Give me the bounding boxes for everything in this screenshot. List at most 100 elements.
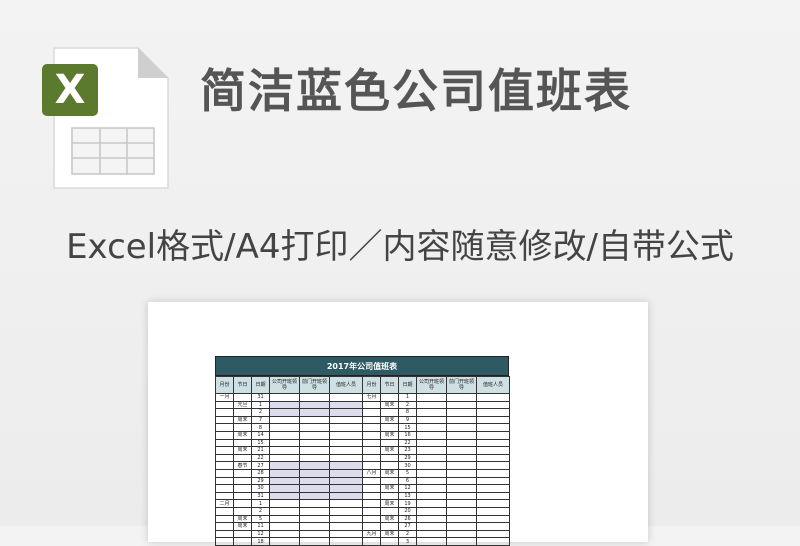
duty-cell[interactable]	[476, 522, 510, 531]
duty-cell[interactable]	[446, 499, 477, 508]
duty-cell[interactable]	[269, 430, 300, 440]
duty-cell[interactable]	[416, 468, 447, 478]
duty-cell[interactable]	[416, 537, 447, 546]
duty-cell[interactable]	[299, 446, 330, 455]
duty-cell[interactable]	[329, 499, 363, 508]
duty-cell[interactable]	[476, 438, 510, 448]
duty-cell[interactable]	[329, 430, 363, 440]
duty-cell[interactable]	[269, 408, 300, 417]
duty-cell[interactable]	[269, 415, 300, 425]
duty-cell[interactable]	[329, 514, 363, 524]
duty-cell[interactable]	[476, 468, 510, 478]
duty-cell[interactable]	[446, 522, 477, 531]
duty-cell[interactable]	[476, 506, 510, 516]
duty-cell[interactable]	[416, 514, 447, 524]
duty-cell[interactable]	[269, 537, 300, 546]
duty-cell[interactable]	[269, 461, 300, 470]
duty-cell[interactable]	[416, 415, 447, 425]
duty-cell[interactable]	[299, 438, 330, 448]
duty-cell[interactable]	[269, 446, 300, 455]
duty-cell[interactable]	[446, 491, 477, 501]
duty-cell[interactable]	[269, 499, 300, 508]
duty-cell[interactable]	[299, 514, 330, 524]
duty-cell[interactable]	[476, 393, 510, 402]
duty-cell[interactable]	[416, 453, 447, 463]
duty-cell[interactable]	[269, 476, 300, 486]
duty-cell[interactable]	[299, 423, 330, 432]
duty-cell[interactable]	[269, 453, 300, 463]
duty-cell[interactable]	[299, 491, 330, 501]
duty-cell[interactable]	[476, 461, 510, 470]
duty-cell[interactable]	[416, 408, 447, 417]
duty-cell[interactable]	[476, 415, 510, 425]
duty-cell[interactable]	[269, 484, 300, 493]
duty-cell[interactable]	[446, 438, 477, 448]
duty-cell[interactable]	[329, 423, 363, 432]
duty-cell[interactable]	[329, 491, 363, 501]
duty-cell[interactable]	[329, 453, 363, 463]
duty-cell[interactable]	[476, 423, 510, 432]
duty-cell[interactable]	[446, 446, 477, 455]
duty-cell[interactable]	[269, 423, 300, 432]
duty-cell[interactable]	[329, 468, 363, 478]
duty-cell[interactable]	[446, 408, 477, 417]
duty-cell[interactable]	[416, 522, 447, 531]
duty-cell[interactable]	[416, 484, 447, 493]
duty-cell[interactable]	[476, 430, 510, 440]
duty-cell[interactable]	[269, 468, 300, 478]
duty-cell[interactable]	[329, 506, 363, 516]
duty-cell[interactable]	[446, 393, 477, 402]
duty-cell[interactable]	[446, 537, 477, 546]
duty-cell[interactable]	[446, 529, 477, 539]
duty-cell[interactable]	[416, 400, 447, 410]
duty-cell[interactable]	[299, 430, 330, 440]
duty-cell[interactable]	[476, 484, 510, 493]
duty-cell[interactable]	[299, 415, 330, 425]
duty-cell[interactable]	[416, 529, 447, 539]
duty-cell[interactable]	[446, 506, 477, 516]
duty-cell[interactable]	[446, 430, 477, 440]
duty-cell[interactable]	[299, 476, 330, 486]
duty-cell[interactable]	[416, 393, 447, 402]
duty-cell[interactable]	[476, 446, 510, 455]
duty-cell[interactable]	[269, 491, 300, 501]
duty-cell[interactable]	[476, 408, 510, 417]
duty-cell[interactable]	[416, 476, 447, 486]
duty-cell[interactable]	[299, 506, 330, 516]
duty-cell[interactable]	[446, 476, 477, 486]
duty-cell[interactable]	[329, 522, 363, 531]
duty-cell[interactable]	[446, 400, 477, 410]
duty-cell[interactable]	[329, 438, 363, 448]
duty-cell[interactable]	[446, 468, 477, 478]
duty-cell[interactable]	[329, 484, 363, 493]
duty-cell[interactable]	[329, 408, 363, 417]
duty-cell[interactable]	[476, 514, 510, 524]
duty-cell[interactable]	[269, 506, 300, 516]
duty-cell[interactable]	[329, 400, 363, 410]
duty-cell[interactable]	[299, 499, 330, 508]
duty-cell[interactable]	[299, 529, 330, 539]
duty-cell[interactable]	[299, 400, 330, 410]
duty-cell[interactable]	[416, 423, 447, 432]
duty-cell[interactable]	[416, 438, 447, 448]
duty-cell[interactable]	[299, 453, 330, 463]
duty-cell[interactable]	[269, 438, 300, 448]
duty-cell[interactable]	[329, 537, 363, 546]
duty-cell[interactable]	[446, 415, 477, 425]
duty-cell[interactable]	[329, 446, 363, 455]
duty-cell[interactable]	[269, 529, 300, 539]
duty-cell[interactable]	[476, 499, 510, 508]
duty-cell[interactable]	[476, 537, 510, 546]
duty-cell[interactable]	[476, 529, 510, 539]
duty-cell[interactable]	[476, 476, 510, 486]
duty-cell[interactable]	[416, 461, 447, 470]
duty-cell[interactable]	[269, 522, 300, 531]
duty-cell[interactable]	[446, 484, 477, 493]
duty-cell[interactable]	[416, 506, 447, 516]
duty-cell[interactable]	[476, 400, 510, 410]
duty-cell[interactable]	[416, 491, 447, 501]
duty-cell[interactable]	[269, 393, 300, 402]
duty-cell[interactable]	[446, 423, 477, 432]
duty-cell[interactable]	[299, 408, 330, 417]
duty-cell[interactable]	[416, 499, 447, 508]
